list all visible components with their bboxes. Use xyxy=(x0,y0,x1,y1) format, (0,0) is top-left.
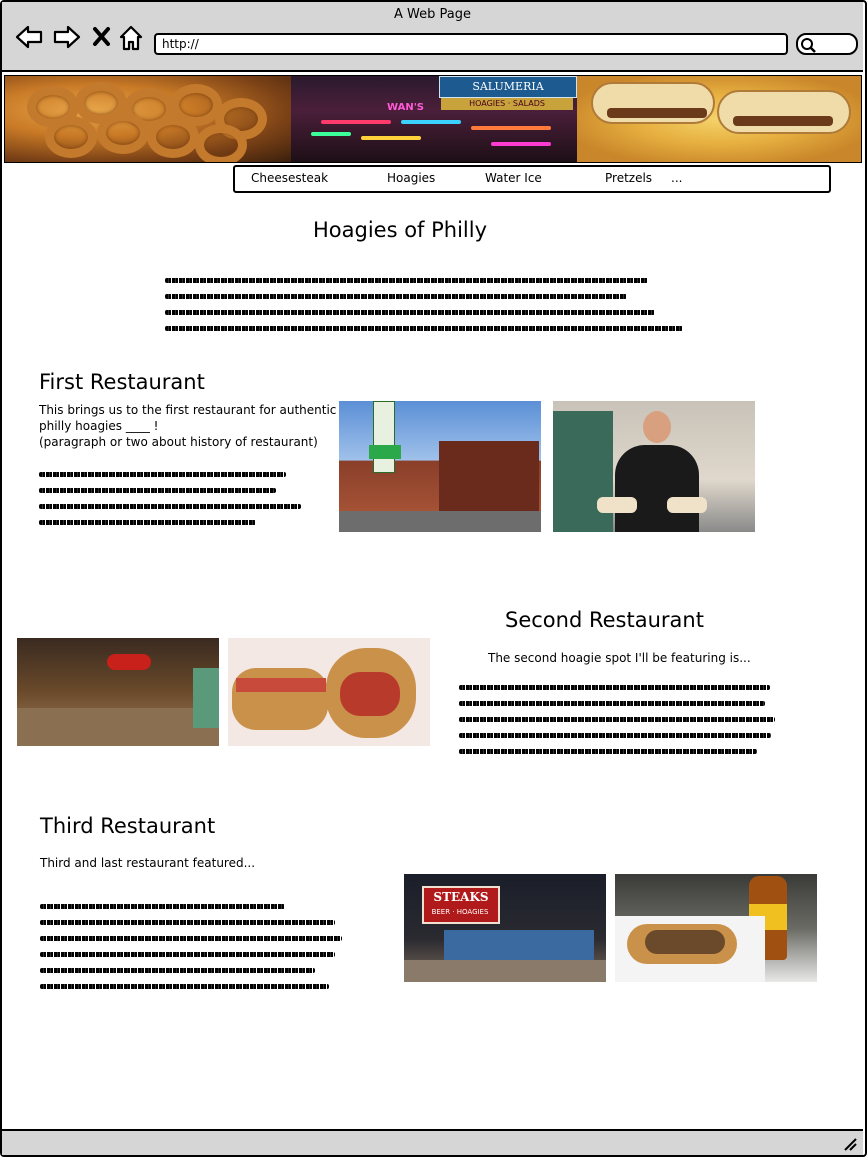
close-icon[interactable] xyxy=(92,24,112,50)
cheesesteak-fries-image xyxy=(577,76,861,162)
placeholder-text-line xyxy=(40,952,335,957)
search-icon xyxy=(801,38,816,53)
steaks-storefront-photo: STEAKS BEER · HOAGIES xyxy=(404,874,606,982)
placeholder-text-line xyxy=(165,310,655,315)
section-intro-line: This brings us to the first restaurant f… xyxy=(39,403,337,417)
section-heading-third: Third Restaurant xyxy=(40,814,216,838)
placeholder-text-line xyxy=(459,701,765,706)
deli-counter-photo xyxy=(17,638,219,746)
placeholder-text-line xyxy=(39,520,256,525)
placeholder-text-line xyxy=(40,936,342,941)
pretzels-image xyxy=(5,76,291,162)
cheesesteak-and-soda-photo xyxy=(615,874,817,982)
nav-item-cheesesteak[interactable]: Cheesesteak xyxy=(251,171,328,185)
section-intro-line: philly hoagies ____ ! xyxy=(39,419,159,433)
placeholder-text-line xyxy=(165,326,683,331)
window-title: A Web Page xyxy=(394,7,471,22)
steaks-subsign: BEER · HOAGIES xyxy=(431,908,489,916)
header-banner: SALUMERIA HOAGIES · SALADS WAN'S xyxy=(4,75,862,163)
placeholder-text-line xyxy=(40,920,335,925)
placeholder-text-line xyxy=(459,685,770,690)
hoagie-closeup-photo xyxy=(228,638,430,746)
placeholder-text-line xyxy=(39,488,276,493)
neon-sign: WAN'S xyxy=(387,102,424,113)
restaurant-exterior-photo xyxy=(339,401,541,532)
placeholder-text-line xyxy=(165,278,648,283)
status-bar xyxy=(2,1129,863,1155)
placeholder-text-line xyxy=(459,717,775,722)
nav-item-water-ice[interactable]: Water Ice xyxy=(485,171,542,185)
placeholder-text-line xyxy=(40,968,315,973)
section-intro: The second hoagie spot I'll be featuring… xyxy=(488,651,751,665)
placeholder-text-line xyxy=(39,504,301,509)
arrow-right-icon[interactable] xyxy=(52,24,82,50)
placeholder-text-line xyxy=(40,984,329,989)
placeholder-text-line xyxy=(165,294,627,299)
resize-grip-icon[interactable] xyxy=(843,1137,857,1151)
arrow-left-icon[interactable] xyxy=(14,24,44,50)
placeholder-text-line xyxy=(39,472,286,477)
owner-with-hoagies-photo xyxy=(553,401,755,532)
page-title: Hoagies of Philly xyxy=(312,218,488,242)
nav-item-pretzels[interactable]: Pretzels xyxy=(605,171,652,185)
section-intro-line: (paragraph or two about history of resta… xyxy=(39,435,318,449)
nav-item-more[interactable]: ... xyxy=(671,171,682,185)
deli-storefront-image: SALUMERIA HOAGIES · SALADS WAN'S xyxy=(291,76,577,162)
placeholder-text-line xyxy=(459,733,771,738)
placeholder-text-line xyxy=(459,749,757,754)
section-heading-first: First Restaurant xyxy=(39,370,205,394)
steaks-sign: STEAKS xyxy=(422,886,500,924)
address-bar[interactable]: http:// xyxy=(154,33,788,55)
placeholder-text-line xyxy=(40,904,285,909)
section-intro: Third and last restaurant featured... xyxy=(40,856,256,870)
deli-subsign: HOAGIES · SALADS xyxy=(441,98,573,110)
nav-item-hoagies[interactable]: Hoagies xyxy=(387,171,435,185)
main-nav: Cheesesteak Hoagies Water Ice Pretzels .… xyxy=(233,165,831,193)
home-icon[interactable] xyxy=(118,24,144,52)
deli-sign: SALUMERIA xyxy=(439,76,577,98)
section-heading-second: Second Restaurant xyxy=(505,608,704,632)
browser-toolbar: A Web Page http:// xyxy=(2,2,863,72)
